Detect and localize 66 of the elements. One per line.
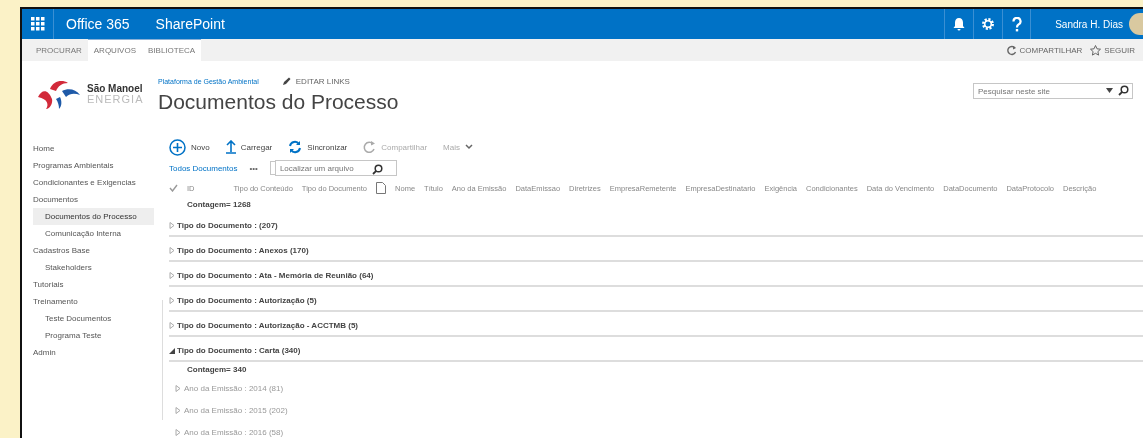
sidebar-item[interactable]: Stakeholders: [33, 259, 162, 276]
ribbon-tab[interactable]: PROCURAR: [30, 39, 88, 61]
group-header[interactable]: Tipo do Documento : (207): [169, 215, 278, 235]
sync-icon: [288, 140, 303, 154]
ribbon-tab[interactable]: BIBLIOTECA: [142, 39, 202, 61]
search-icon[interactable]: [371, 164, 383, 175]
view-tab[interactable]: Todos Documentos: [169, 163, 238, 173]
group-header[interactable]: Tipo do Documento : Anexos (170): [169, 240, 309, 260]
collapsed-triangle-icon: [175, 406, 181, 414]
subgroup-header[interactable]: Ano da Emissão : 2015 (202): [169, 399, 288, 421]
group-header[interactable]: Tipo do Documento : Autorização - ACCTMB (5): [169, 315, 359, 335]
more-options-button[interactable]: •••: [249, 163, 258, 173]
ribbon-tab[interactable]: ARQUIVOS: [87, 39, 142, 61]
app-name[interactable]: Office 365: [66, 16, 130, 32]
collapsed-triangle-icon: [169, 296, 175, 304]
sidebar-item[interactable]: Cadastros Base: [33, 242, 162, 259]
checkmark-icon[interactable]: [169, 184, 178, 192]
page-title: Documentos do Processo: [158, 90, 399, 114]
group-count: Contagem= 1268: [186, 199, 252, 211]
collapsed-triangle-icon: [169, 321, 175, 329]
sidebar-item[interactable]: Comunicação Interna: [33, 225, 162, 242]
group-header[interactable]: Tipo do Documento : Ata - Memória de Reunião (64): [169, 265, 374, 285]
collapsed-triangle-icon: [175, 428, 181, 436]
collapsed-triangle-icon: [169, 271, 175, 279]
sidebar-item[interactable]: Treinamento: [33, 293, 162, 310]
dropdown-caret-icon[interactable]: [1106, 88, 1113, 93]
sync-button[interactable]: Sincronizar: [288, 140, 348, 154]
expanded-triangle-icon: [169, 346, 175, 354]
group-header[interactable]: Tipo do Documento : Carta (340): [169, 340, 301, 360]
sidebar-item[interactable]: Documentos: [33, 191, 162, 208]
logo-name: São Manoel: [87, 83, 144, 94]
share-link[interactable]: COMPARTILHAR: [1019, 45, 1083, 55]
upload-button[interactable]: Carregar: [225, 140, 273, 154]
logo-tagline: ENERGIA: [87, 93, 144, 105]
star-icon[interactable]: [1090, 44, 1102, 56]
sidebar-item[interactable]: Programa Teste: [33, 327, 162, 344]
pencil-icon[interactable]: [281, 77, 291, 86]
collapsed-triangle-icon: [169, 246, 175, 254]
group-count: Contagem= 340: [186, 364, 248, 376]
new-button[interactable]: Novo: [169, 138, 210, 156]
search-icon[interactable]: [1118, 85, 1129, 96]
sidebar-item[interactable]: Tutoriais: [33, 276, 162, 293]
avatar-icon[interactable]: [1129, 13, 1143, 35]
share-icon[interactable]: [1005, 44, 1017, 56]
user-name[interactable]: Sandra H. Dias: [1055, 18, 1123, 30]
sidebar-item[interactable]: Home: [33, 140, 162, 157]
subgroup-header[interactable]: Ano da Emissão : 2016 (58): [169, 421, 284, 438]
collapsed-triangle-icon: [169, 221, 175, 229]
follow-link[interactable]: SEGUIR: [1104, 45, 1135, 55]
search-field[interactable]: Pesquisar neste site: [973, 83, 1133, 99]
sidebar-item[interactable]: Documentos do Processo: [33, 208, 154, 225]
upload-icon: [225, 140, 236, 154]
file-icon: [376, 182, 387, 194]
edit-links-link[interactable]: EDITAR LINKS: [295, 77, 350, 86]
plus-icon: [169, 138, 186, 156]
group-header[interactable]: Tipo do Documento : Autorização (5): [169, 290, 317, 310]
sidebar-item[interactable]: Condicionantes e Exigencias: [33, 174, 162, 191]
sidebar-item[interactable]: Teste Documentos: [33, 310, 162, 327]
subgroup-header[interactable]: Ano da Emissão : 2014 (81): [169, 377, 284, 399]
product-name[interactable]: SharePoint: [155, 16, 225, 32]
sidebar-item[interactable]: Admin: [33, 344, 162, 361]
chevron-down-icon: [464, 144, 473, 150]
collapsed-triangle-icon: [175, 384, 181, 392]
share-icon: [363, 140, 377, 154]
find-file-field[interactable]: Localizar um arquivo: [274, 160, 397, 176]
sidebar-item[interactable]: Programas Ambientais: [33, 157, 162, 174]
